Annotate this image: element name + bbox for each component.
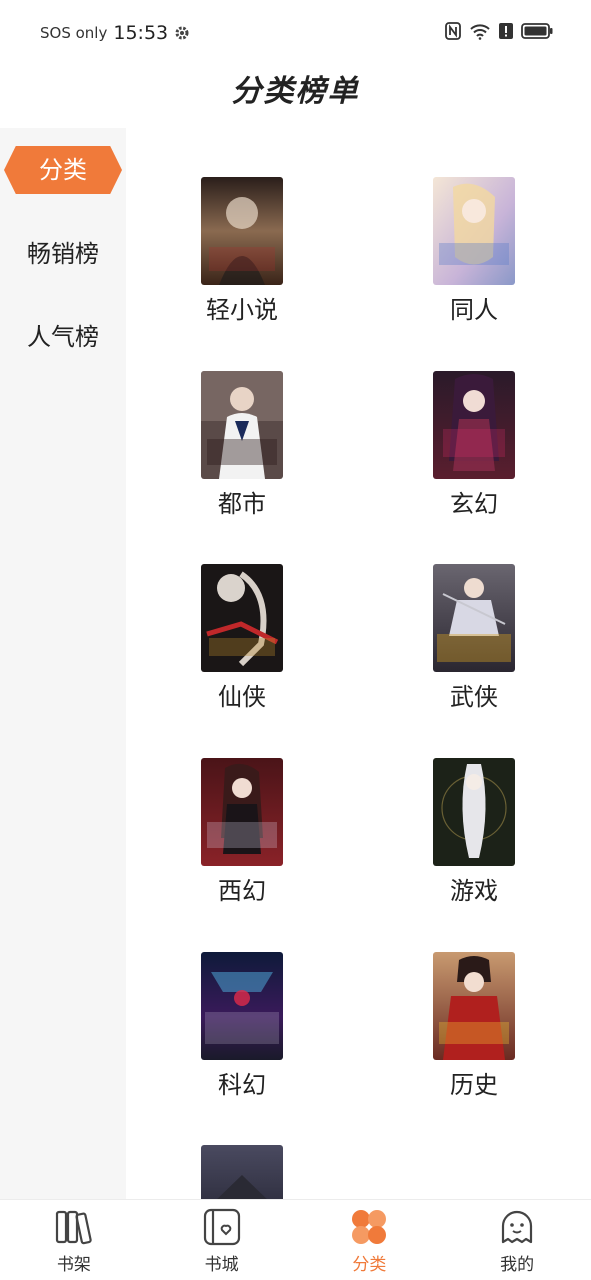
- status-left: SOS only 15:53: [40, 22, 190, 44]
- profile-ghost-icon: [443, 1208, 591, 1246]
- category-item[interactable]: [172, 1145, 312, 1199]
- book-cover: [433, 371, 515, 479]
- category-martial-arts[interactable]: 武侠: [404, 564, 544, 712]
- category-label: 都市: [218, 490, 266, 518]
- sidebar-item-category[interactable]: 分类: [4, 146, 122, 194]
- sidebar-item-label: 畅销榜: [27, 240, 99, 268]
- book-cover: [433, 564, 515, 672]
- book-cover: [433, 177, 515, 285]
- status-bar: SOS only 15:53: [0, 0, 591, 66]
- settings-gear-icon: [174, 25, 190, 41]
- book-cover: [201, 177, 283, 285]
- category-label: 武侠: [450, 683, 498, 711]
- category-grid: 轻小说 同人 都市 玄幻 仙侠 武侠 西幻 游戏 科幻 历史: [126, 128, 591, 1199]
- sidebar-item-popularity[interactable]: 人气榜: [0, 313, 126, 361]
- page-title: 分类榜单: [231, 74, 360, 109]
- bookshelf-icon: [0, 1208, 148, 1246]
- sidebar-item-label: 人气榜: [27, 323, 99, 351]
- book-cover: [201, 952, 283, 1060]
- book-cover: [201, 564, 283, 672]
- status-right: [445, 22, 553, 40]
- nav-bookshelf[interactable]: 书架: [0, 1200, 148, 1280]
- category-light-novel[interactable]: 轻小说: [172, 177, 312, 325]
- category-urban[interactable]: 都市: [172, 371, 312, 519]
- sidebar: 分类 畅销榜 人气榜: [0, 128, 126, 1199]
- sidebar-item-bestseller[interactable]: 畅销榜: [0, 230, 126, 278]
- nav-label: 书架: [56, 1255, 91, 1275]
- nav-label: 我的: [500, 1255, 535, 1275]
- clock: 15:53: [113, 22, 169, 44]
- category-icon: [296, 1208, 444, 1246]
- nfc-icon: [445, 22, 461, 40]
- category-label: 西幻: [218, 877, 266, 905]
- page-header: 分类榜单: [0, 66, 591, 128]
- bookstore-icon: [148, 1208, 296, 1246]
- category-fantasy[interactable]: 玄幻: [404, 371, 544, 519]
- book-cover: [433, 952, 515, 1060]
- battery-icon: [521, 22, 553, 40]
- category-label: 仙侠: [218, 683, 266, 711]
- book-cover: [201, 758, 283, 866]
- category-label: 同人: [450, 296, 498, 324]
- nav-category[interactable]: 分类: [296, 1200, 444, 1280]
- book-cover: [433, 758, 515, 866]
- category-label: 游戏: [450, 877, 498, 905]
- nav-profile[interactable]: 我的: [443, 1200, 591, 1280]
- category-label: 历史: [450, 1071, 498, 1099]
- category-fan-fiction[interactable]: 同人: [404, 177, 544, 325]
- category-gaming[interactable]: 游戏: [404, 758, 544, 906]
- nav-label: 分类: [352, 1255, 387, 1275]
- bottom-nav: 书架 书城 分类 我的: [0, 1199, 591, 1280]
- category-western-fantasy[interactable]: 西幻: [172, 758, 312, 906]
- category-history[interactable]: 历史: [404, 952, 544, 1100]
- sidebar-item-label: 分类: [39, 156, 87, 184]
- category-sci-fi[interactable]: 科幻: [172, 952, 312, 1100]
- wifi-icon: [469, 22, 491, 40]
- book-cover: [201, 1145, 283, 1199]
- category-label: 玄幻: [450, 490, 498, 518]
- carrier-text: SOS only: [40, 24, 108, 42]
- book-cover: [201, 371, 283, 479]
- category-label: 科幻: [218, 1071, 266, 1099]
- alert-icon: [499, 22, 513, 40]
- nav-bookstore[interactable]: 书城: [148, 1200, 296, 1280]
- nav-label: 书城: [204, 1255, 239, 1275]
- category-label: 轻小说: [206, 296, 278, 324]
- category-xianxia[interactable]: 仙侠: [172, 564, 312, 712]
